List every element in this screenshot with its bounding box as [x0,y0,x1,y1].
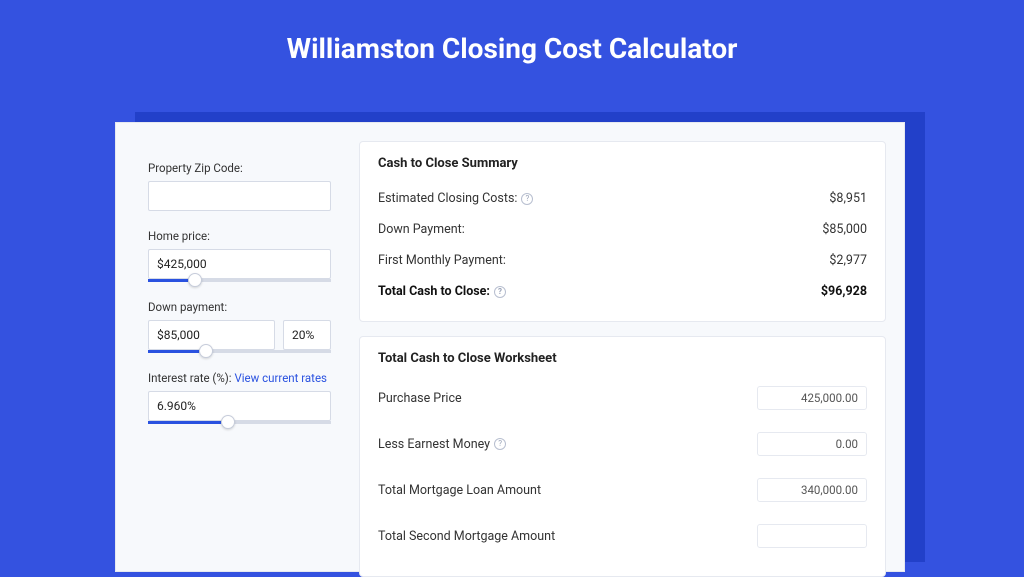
field-down-payment: Down payment: [148,300,331,353]
field-zip: Property Zip Code: [148,161,331,211]
summary-row: Down Payment: $85,000 [378,214,867,245]
summary-row-total: Total Cash to Close: ? $96,928 [378,276,867,307]
label-interest-rate: Interest rate (%): View current rates [148,371,331,385]
input-zip[interactable] [148,181,331,211]
worksheet-row: Purchase Price [378,378,867,424]
worksheet-input-earnest-money[interactable] [757,432,867,456]
help-icon[interactable]: ? [521,193,533,205]
input-home-price[interactable] [148,249,331,279]
worksheet-label: Less Earnest Money [378,437,490,452]
worksheet-label: Total Second Mortgage Amount [378,529,555,544]
calculator-card: Property Zip Code: Home price: Down paym… [115,122,905,572]
summary-panel: Cash to Close Summary Estimated Closing … [359,141,886,322]
field-interest-rate: Interest rate (%): View current rates [148,371,331,424]
summary-row: Estimated Closing Costs: ? $8,951 [378,183,867,214]
summary-label-text: First Monthly Payment: [378,253,506,268]
worksheet-row: Total Mortgage Loan Amount [378,470,867,516]
slider-handle[interactable] [221,415,235,429]
summary-total-label: Total Cash to Close: [378,284,490,299]
page-title: Williamston Closing Cost Calculator [0,0,1024,89]
summary-label-text: Estimated Closing Costs: [378,191,517,206]
input-interest-rate[interactable] [148,391,331,421]
label-down-payment: Down payment: [148,300,331,314]
summary-value: $85,000 [822,222,867,237]
link-view-rates[interactable]: View current rates [234,371,327,385]
inputs-column: Property Zip Code: Home price: Down paym… [116,123,341,571]
worksheet-input-purchase-price[interactable] [757,386,867,410]
worksheet-row: Less Earnest Money ? [378,424,867,470]
summary-row: First Monthly Payment: $2,977 [378,245,867,276]
slider-down-payment[interactable] [148,350,331,353]
summary-label-text: Down Payment: [378,222,465,237]
summary-value: $2,977 [829,253,867,268]
label-interest-rate-text: Interest rate (%): [148,371,232,385]
results-column: Cash to Close Summary Estimated Closing … [341,123,904,571]
input-down-payment-pct[interactable] [283,320,331,350]
field-home-price: Home price: [148,229,331,282]
worksheet-title: Total Cash to Close Worksheet [378,351,867,366]
slider-home-price[interactable] [148,279,331,282]
worksheet-label: Purchase Price [378,391,462,406]
summary-total-value: $96,928 [821,284,867,299]
slider-handle[interactable] [199,344,213,358]
help-icon[interactable]: ? [494,286,506,298]
worksheet-input-second-mortgage[interactable] [757,524,867,548]
slider-interest-rate[interactable] [148,421,331,424]
help-icon[interactable]: ? [494,438,506,450]
summary-title: Cash to Close Summary [378,156,867,171]
slider-fill [148,279,188,282]
label-zip: Property Zip Code: [148,161,331,175]
summary-value: $8,951 [829,191,867,206]
worksheet-row: Total Second Mortgage Amount [378,516,867,562]
slider-fill [148,350,199,353]
slider-handle[interactable] [188,273,202,287]
slider-fill [148,421,221,424]
worksheet-label: Total Mortgage Loan Amount [378,483,541,498]
worksheet-input-loan-amount[interactable] [757,478,867,502]
worksheet-panel: Total Cash to Close Worksheet Purchase P… [359,336,886,577]
input-down-payment[interactable] [148,320,275,350]
label-home-price: Home price: [148,229,331,243]
